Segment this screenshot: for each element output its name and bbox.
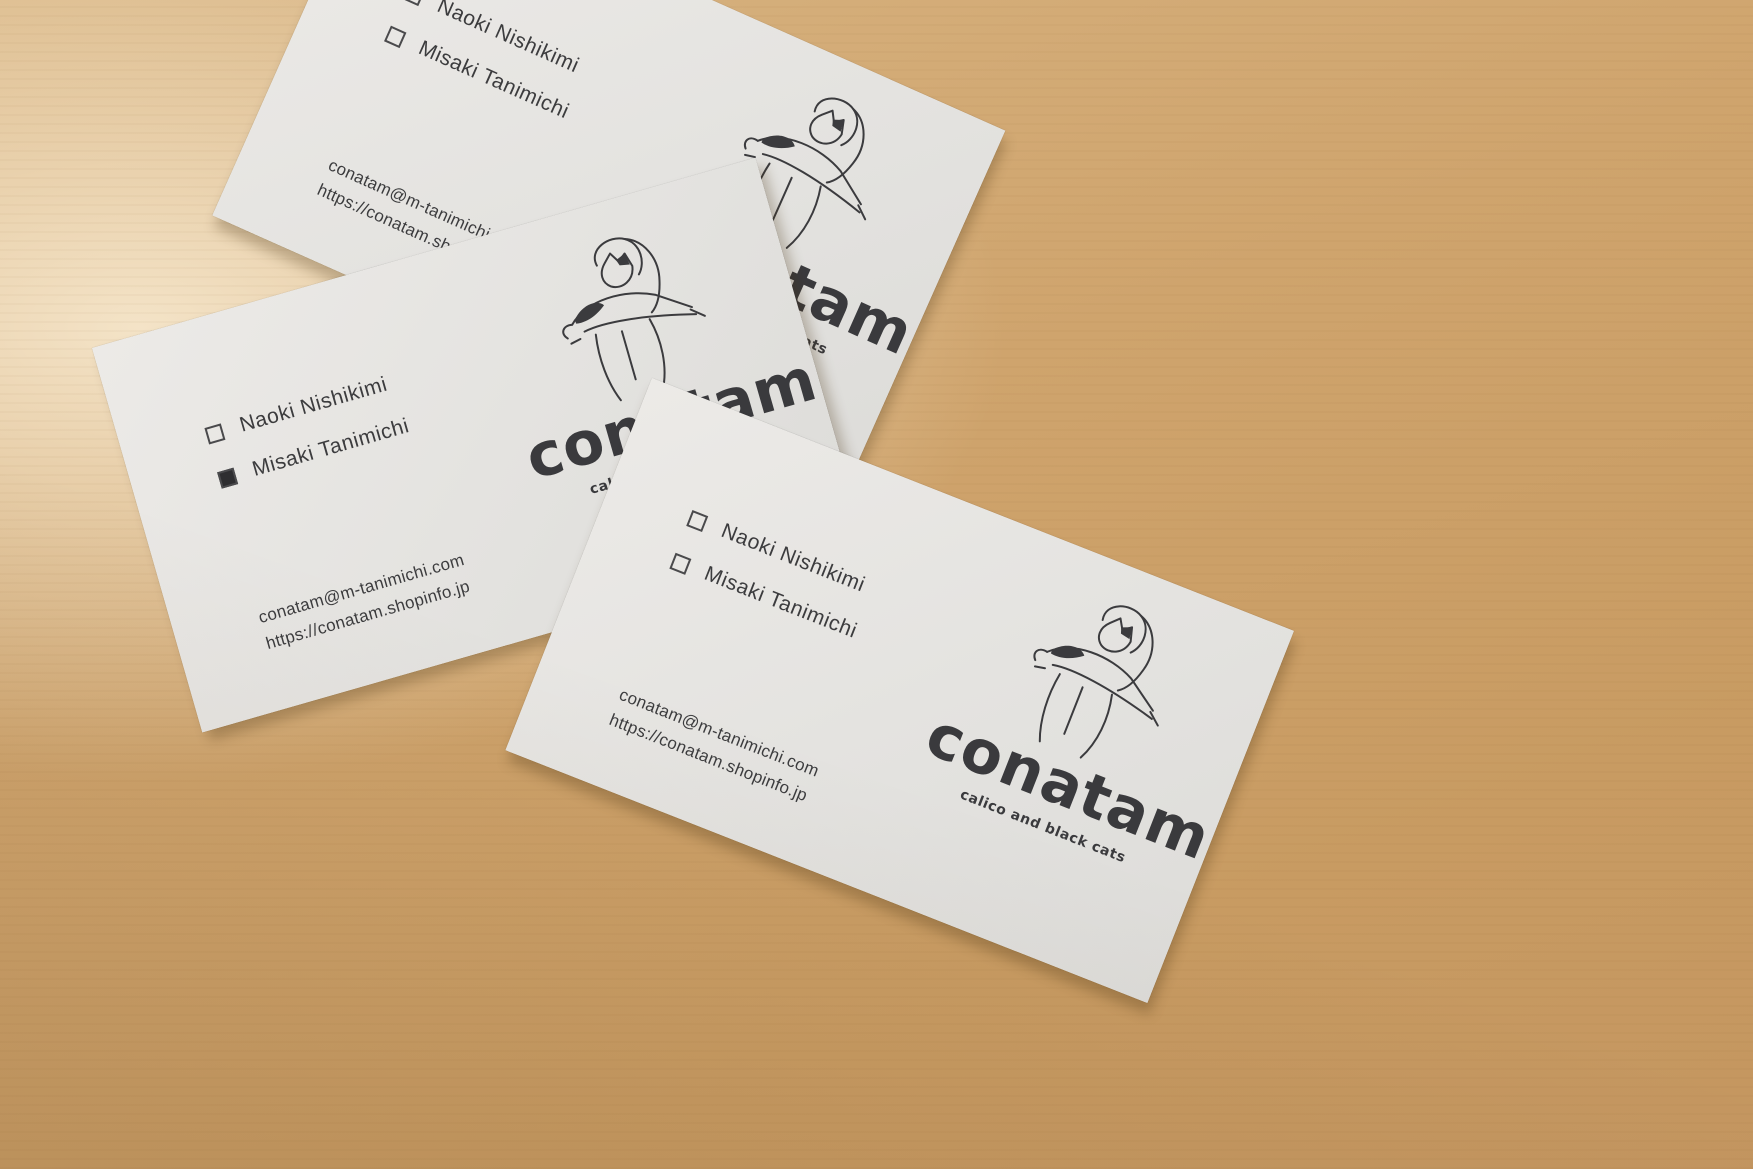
cardboard-surface: Naoki Nishikimi Misaki Tanimichi conatam… xyxy=(0,0,1753,1169)
checkbox-icon xyxy=(402,0,426,6)
name-list: Naoki Nishikimi Misaki Tanimichi xyxy=(374,0,591,144)
contact-info: conatam@m-tanimichi.com https://conatam.… xyxy=(605,681,823,809)
checkbox-icon xyxy=(204,422,226,444)
name-list: Naoki Nishikimi Misaki Tanimichi xyxy=(660,506,877,664)
name-option: Misaki Tanimichi xyxy=(383,22,573,124)
checked-checkbox-icon xyxy=(216,467,239,489)
checkbox-icon xyxy=(384,25,407,48)
business-card-front: Naoki Nishikimi Misaki Tanimichi conatam… xyxy=(505,378,1294,1004)
name-list: Naoki Nishikimi Misaki Tanimichi xyxy=(203,370,418,513)
checkbox-icon xyxy=(669,552,692,575)
contact-info: conatam@m-tanimichi.com https://conatam.… xyxy=(255,546,475,657)
checkbox-icon xyxy=(686,509,709,532)
